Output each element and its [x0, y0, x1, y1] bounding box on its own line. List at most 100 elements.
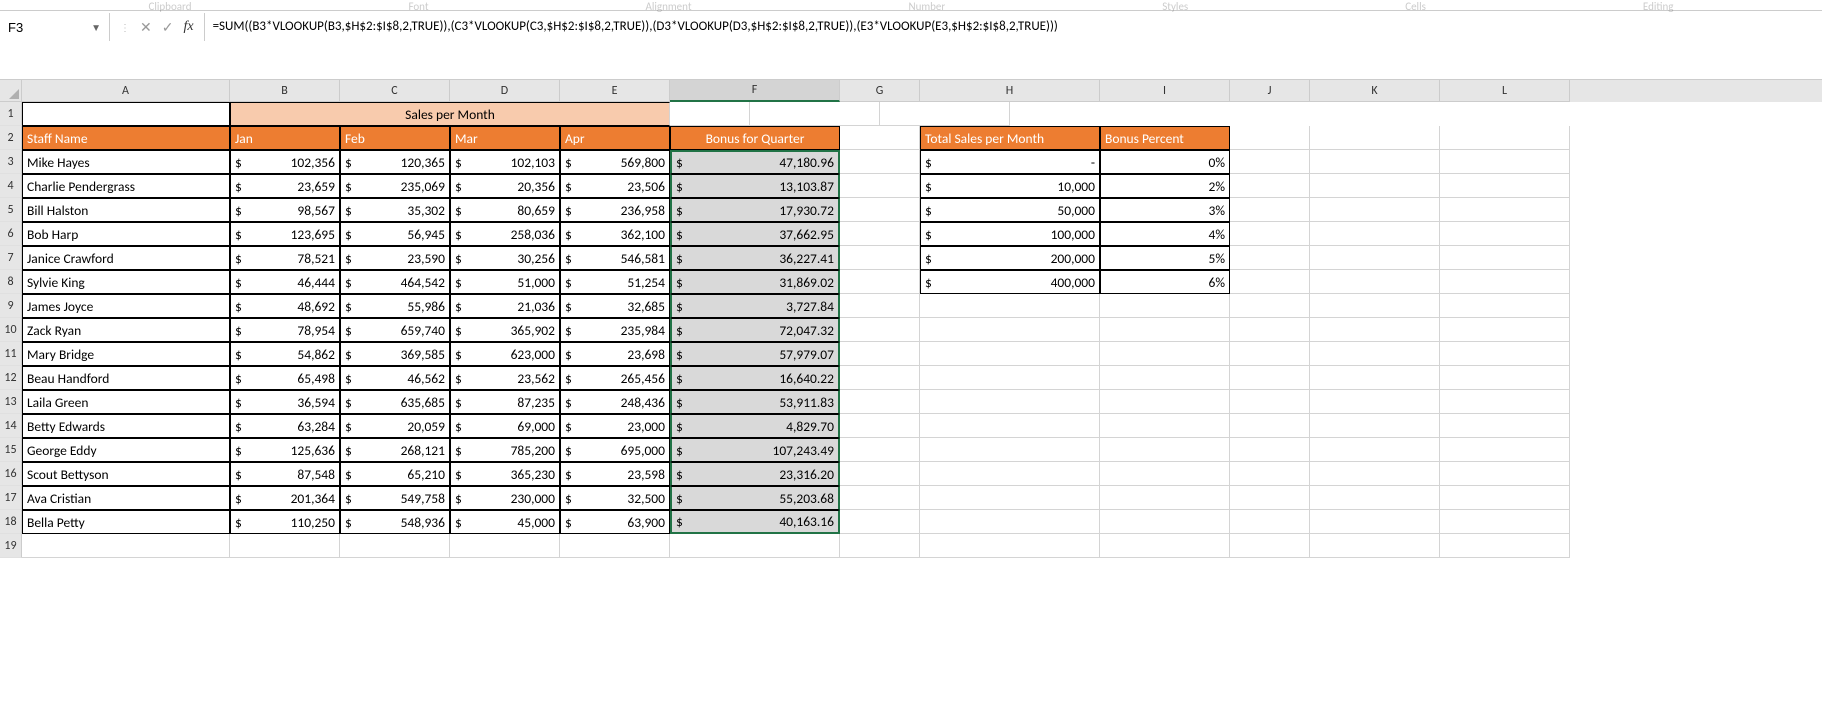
cell-D3[interactable]: $102,103	[450, 150, 560, 174]
formula-input[interactable]: =SUM((B3*VLOOKUP(B3,$H$2:$I$8,2,TRUE)),(…	[205, 15, 1822, 38]
cell-J1[interactable]	[670, 102, 750, 126]
row-header-15[interactable]: 15	[0, 438, 22, 462]
cell-A5[interactable]: Bill Halston	[22, 198, 230, 222]
cell-B6[interactable]: $123,695	[230, 222, 340, 246]
cell-K14[interactable]	[1310, 414, 1440, 438]
cell-L18[interactable]	[1440, 510, 1570, 534]
column-header-G[interactable]: G	[840, 80, 920, 102]
cell-A17[interactable]: Ava Cristian	[22, 486, 230, 510]
cell-A8[interactable]: Sylvie King	[22, 270, 230, 294]
cell-H6[interactable]: $100,000	[920, 222, 1100, 246]
cell-K15[interactable]	[1310, 438, 1440, 462]
cell-B1[interactable]: Sales per Month	[230, 102, 670, 126]
cell-I12[interactable]	[1100, 366, 1230, 390]
cell-E12[interactable]: $265,456	[560, 366, 670, 390]
column-header-I[interactable]: I	[1100, 80, 1230, 102]
cell-B7[interactable]: $78,521	[230, 246, 340, 270]
cell-A13[interactable]: Laila Green	[22, 390, 230, 414]
cell-K5[interactable]	[1310, 198, 1440, 222]
cell-H17[interactable]	[920, 486, 1100, 510]
cell-C6[interactable]: $56,945	[340, 222, 450, 246]
cell-C8[interactable]: $464,542	[340, 270, 450, 294]
select-all-corner[interactable]	[0, 80, 22, 102]
row-header-14[interactable]: 14	[0, 414, 22, 438]
cell-H16[interactable]	[920, 462, 1100, 486]
cell-C19[interactable]	[340, 534, 450, 558]
row-header-8[interactable]: 8	[0, 270, 22, 294]
cell-E3[interactable]: $569,800	[560, 150, 670, 174]
cell-I4[interactable]: 2%	[1100, 174, 1230, 198]
cell-L7[interactable]	[1440, 246, 1570, 270]
cell-B17[interactable]: $201,364	[230, 486, 340, 510]
cell-H13[interactable]	[920, 390, 1100, 414]
cell-A15[interactable]: George Eddy	[22, 438, 230, 462]
cell-J3[interactable]	[1230, 150, 1310, 174]
cell-A18[interactable]: Bella Petty	[22, 510, 230, 534]
cell-L10[interactable]	[1440, 318, 1570, 342]
cell-L2[interactable]	[1440, 126, 1570, 150]
cell-D7[interactable]: $30,256	[450, 246, 560, 270]
cell-A19[interactable]	[22, 534, 230, 558]
cell-H2[interactable]: Total Sales per Month	[920, 126, 1100, 150]
cell-E9[interactable]: $32,685	[560, 294, 670, 318]
cell-H11[interactable]	[920, 342, 1100, 366]
cell-C18[interactable]: $548,936	[340, 510, 450, 534]
cell-A7[interactable]: Janice Crawford	[22, 246, 230, 270]
cell-E5[interactable]: $236,958	[560, 198, 670, 222]
cell-D9[interactable]: $21,036	[450, 294, 560, 318]
cell-A3[interactable]: Mike Hayes	[22, 150, 230, 174]
cell-I5[interactable]: 3%	[1100, 198, 1230, 222]
cell-F19[interactable]	[670, 534, 840, 558]
cell-H8[interactable]: $400,000	[920, 270, 1100, 294]
cell-B18[interactable]: $110,250	[230, 510, 340, 534]
cell-H18[interactable]	[920, 510, 1100, 534]
row-header-13[interactable]: 13	[0, 390, 22, 414]
cell-E14[interactable]: $23,000	[560, 414, 670, 438]
cell-C10[interactable]: $659,740	[340, 318, 450, 342]
cell-I10[interactable]	[1100, 318, 1230, 342]
cell-L5[interactable]	[1440, 198, 1570, 222]
cell-K1[interactable]	[750, 102, 880, 126]
row-header-6[interactable]: 6	[0, 222, 22, 246]
cell-F4[interactable]: $13,103.87	[670, 174, 840, 198]
cell-K12[interactable]	[1310, 366, 1440, 390]
cell-K8[interactable]	[1310, 270, 1440, 294]
cell-J15[interactable]	[1230, 438, 1310, 462]
row-header-11[interactable]: 11	[0, 342, 22, 366]
cell-L3[interactable]	[1440, 150, 1570, 174]
cell-J2[interactable]	[1230, 126, 1310, 150]
cell-A4[interactable]: Charlie Pendergrass	[22, 174, 230, 198]
cell-I6[interactable]: 4%	[1100, 222, 1230, 246]
cell-F11[interactable]: $57,979.07	[670, 342, 840, 366]
cell-G10[interactable]	[840, 318, 920, 342]
cell-F8[interactable]: $31,869.02	[670, 270, 840, 294]
cell-A14[interactable]: Betty Edwards	[22, 414, 230, 438]
cell-G16[interactable]	[840, 462, 920, 486]
cell-J19[interactable]	[1230, 534, 1310, 558]
cell-B5[interactable]: $98,567	[230, 198, 340, 222]
cell-B12[interactable]: $65,498	[230, 366, 340, 390]
cell-D16[interactable]: $365,230	[450, 462, 560, 486]
cell-J11[interactable]	[1230, 342, 1310, 366]
cell-D4[interactable]: $20,356	[450, 174, 560, 198]
row-header-16[interactable]: 16	[0, 462, 22, 486]
cell-B9[interactable]: $48,692	[230, 294, 340, 318]
cell-D19[interactable]	[450, 534, 560, 558]
cell-E13[interactable]: $248,436	[560, 390, 670, 414]
cell-I14[interactable]	[1100, 414, 1230, 438]
cell-F16[interactable]: $23,316.20	[670, 462, 840, 486]
cell-J18[interactable]	[1230, 510, 1310, 534]
cell-D14[interactable]: $69,000	[450, 414, 560, 438]
cell-H3[interactable]: $-	[920, 150, 1100, 174]
cell-E18[interactable]: $63,900	[560, 510, 670, 534]
column-header-F[interactable]: F	[670, 80, 840, 102]
cell-C14[interactable]: $20,059	[340, 414, 450, 438]
cell-J7[interactable]	[1230, 246, 1310, 270]
cell-G11[interactable]	[840, 342, 920, 366]
cell-G17[interactable]	[840, 486, 920, 510]
cell-K17[interactable]	[1310, 486, 1440, 510]
row-header-10[interactable]: 10	[0, 318, 22, 342]
cell-I7[interactable]: 5%	[1100, 246, 1230, 270]
cell-A6[interactable]: Bob Harp	[22, 222, 230, 246]
cell-L1[interactable]	[880, 102, 1010, 126]
